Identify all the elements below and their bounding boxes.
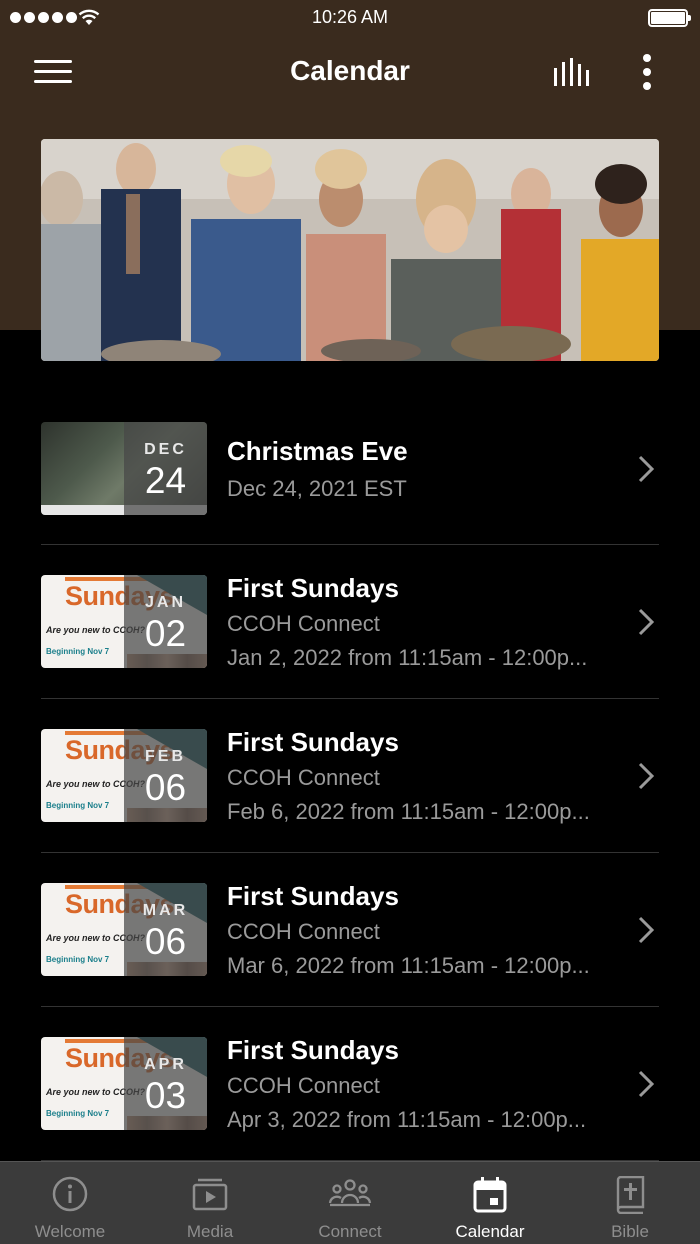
date-badge: MAR 06 [124,883,207,976]
event-row-first-sundays[interactable]: Sundays Are you new to CCOH? Beginning N… [41,1007,659,1161]
tab-calendar[interactable]: Calendar [420,1162,560,1244]
event-title: First Sundays [227,881,399,911]
event-row-first-sundays[interactable]: Sundays Are you new to CCOH? Beginning N… [41,699,659,853]
thumbnail-beginning: Beginning Nov 7 [46,647,110,656]
date-day: 03 [144,1075,187,1116]
event-thumbnail: DEC 24 [41,422,207,515]
navigation-bar: Calendar [0,38,700,106]
event-date: Jan 2, 2022 from 11:15am - 12:00p... [227,645,588,670]
chevron-right-icon [638,455,655,483]
bar-chart-icon[interactable] [548,54,594,92]
event-title: First Sundays [227,1035,399,1065]
date-badge: DEC 24 [124,422,207,515]
thumbnail-beginning: Beginning Nov 7 [46,955,110,964]
page-title: Calendar [290,55,410,86]
event-subtitle: CCOH Connect [227,919,380,944]
tab-label: Connect [318,1222,382,1241]
event-subtitle: CCOH Connect [227,611,380,636]
event-date: Apr 3, 2022 from 11:15am - 12:00p... [227,1107,587,1132]
event-row-christmas-eve[interactable]: DEC 24 Christmas Eve Dec 24, 2021 EST [41,392,659,545]
date-month: FEB [145,748,186,765]
tab-welcome[interactable]: Welcome [0,1162,140,1244]
event-title: First Sundays [227,573,399,603]
tab-label: Welcome [34,1222,106,1241]
tab-bible[interactable]: Bible [560,1162,700,1244]
chevron-right-icon [638,608,655,636]
bible-icon [616,1176,645,1214]
tab-label: Calendar [455,1222,525,1241]
tab-label: Media [186,1222,234,1241]
tab-connect[interactable]: Connect [280,1162,420,1244]
date-day: 24 [144,460,187,501]
event-list: DEC 24 Christmas Eve Dec 24, 2021 EST Su… [41,392,659,1161]
tab-label: Bible [611,1222,649,1241]
event-thumbnail: Sundays Are you new to CCOH? Beginning N… [41,1037,207,1130]
event-title: First Sundays [227,727,399,757]
chevron-right-icon [638,916,655,944]
chevron-right-icon [638,1070,655,1098]
date-badge: FEB 06 [124,729,207,822]
date-month: DEC [144,441,187,458]
info-circle-icon [52,1176,88,1212]
event-thumbnail: Sundays Are you new to CCOH? Beginning N… [41,883,207,976]
thumbnail-beginning: Beginning Nov 7 [46,1109,110,1118]
event-row-first-sundays[interactable]: Sundays Are you new to CCOH? Beginning N… [41,853,659,1007]
people-group-icon [328,1179,372,1207]
tab-media[interactable]: Media [140,1162,280,1244]
status-time: 10:26 AM [311,7,389,27]
date-day: 06 [144,921,187,962]
event-thumbnail: Sundays Are you new to CCOH? Beginning N… [41,575,207,668]
tab-bar: Welcome Media Connect Calendar Bible [0,1161,700,1244]
status-bar: 10:26 AM [0,0,700,38]
date-badge: JAN 02 [124,575,207,668]
event-date: Mar 6, 2022 from 11:15am - 12:00p... [227,953,590,978]
hero-banner-image [41,139,659,361]
event-date: Feb 6, 2022 from 11:15am - 12:00p... [227,799,590,824]
thumbnail-beginning: Beginning Nov 7 [46,801,110,810]
media-play-icon [192,1178,228,1211]
date-day: 02 [144,613,187,654]
date-month: APR [144,1056,187,1073]
more-vertical-icon[interactable] [630,50,664,94]
event-row-first-sundays[interactable]: Sundays Are you new to CCOH? Beginning N… [41,545,659,699]
date-day: 06 [144,767,187,808]
event-title: Christmas Eve [227,436,408,466]
event-subtitle: CCOH Connect [227,1073,380,1098]
calendar-icon [473,1177,507,1213]
crowd-photo-illustration [41,139,659,361]
date-month: JAN [144,594,186,611]
date-badge: APR 03 [124,1037,207,1130]
event-date: Dec 24, 2021 EST [227,476,407,501]
chevron-right-icon [638,762,655,790]
event-thumbnail: Sundays Are you new to CCOH? Beginning N… [41,729,207,822]
event-subtitle: CCOH Connect [227,765,380,790]
date-month: MAR [142,902,189,919]
battery-icon [648,9,691,27]
